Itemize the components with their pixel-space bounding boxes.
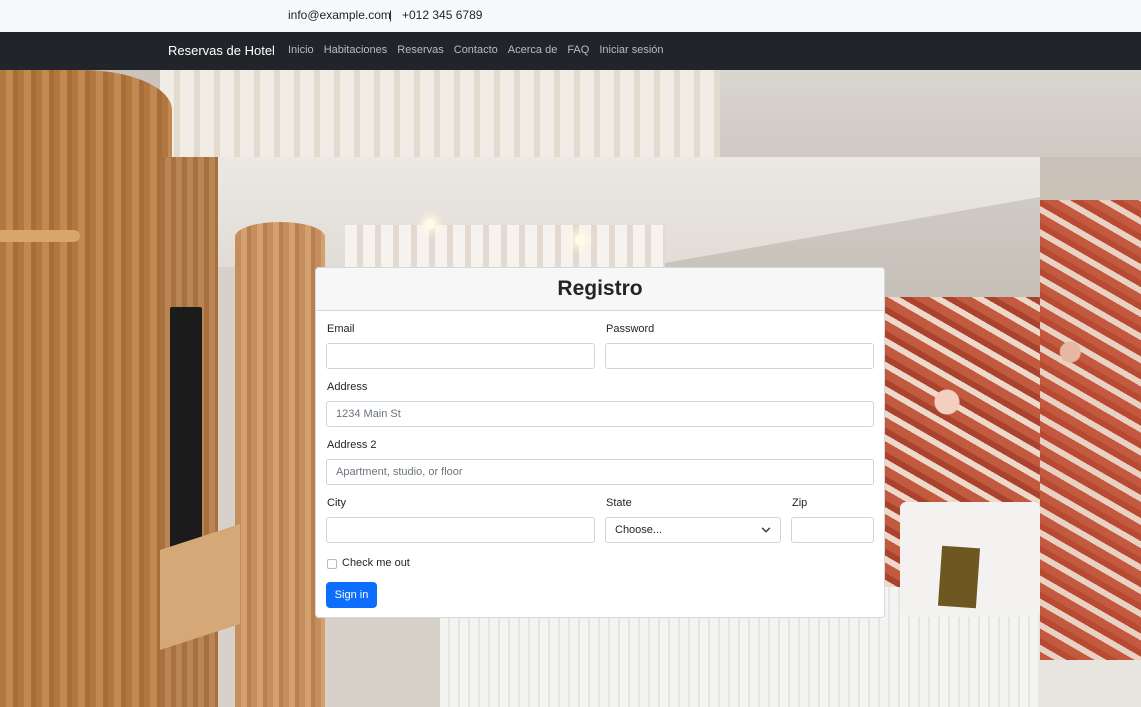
navbar-brand[interactable]: Reservas de Hotel bbox=[168, 43, 275, 58]
address2-field[interactable]: Apartment, studio, or floor bbox=[326, 459, 874, 485]
background-wood-panel bbox=[0, 70, 172, 707]
contact-bar: info@example.com | +012 345 6789 bbox=[0, 0, 1141, 32]
background-floor bbox=[1040, 660, 1141, 707]
city-field[interactable] bbox=[326, 517, 595, 543]
nav-item-acerca-de[interactable]: Acerca de bbox=[508, 44, 558, 56]
state-select[interactable]: Choose... bbox=[605, 517, 781, 543]
photo-ceiling-light bbox=[575, 235, 585, 245]
address2-placeholder: Apartment, studio, or floor bbox=[336, 466, 463, 478]
address-field[interactable]: 1234 Main St bbox=[326, 401, 874, 427]
photo-curtains bbox=[345, 225, 665, 267]
photo-welcome-card bbox=[937, 545, 981, 609]
registration-form: Email Password Address 1234 Main St Addr… bbox=[316, 311, 884, 617]
photo-wood-column bbox=[235, 222, 325, 707]
contact-phone[interactable]: +012 345 6789 bbox=[402, 8, 482, 22]
password-field[interactable] bbox=[605, 343, 874, 369]
address2-label: Address 2 bbox=[327, 439, 377, 451]
contact-separator: | bbox=[389, 8, 393, 22]
state-selected-value: Choose... bbox=[615, 524, 663, 536]
address-placeholder: 1234 Main St bbox=[336, 408, 401, 420]
nav-item-habitaciones[interactable]: Habitaciones bbox=[324, 44, 388, 56]
zip-field[interactable] bbox=[791, 517, 874, 543]
photo-tv bbox=[170, 307, 202, 572]
state-label: State bbox=[606, 497, 632, 509]
email-field[interactable] bbox=[326, 343, 595, 369]
background-ceiling bbox=[720, 70, 1141, 157]
checkbox-label[interactable]: Check me out bbox=[342, 557, 410, 569]
check-me-out-checkbox[interactable] bbox=[327, 559, 337, 569]
nav-item-inicio[interactable]: Inicio bbox=[288, 44, 314, 56]
contact-email[interactable]: info@example.com bbox=[288, 8, 391, 22]
password-label: Password bbox=[606, 323, 655, 335]
nav-item-reservas[interactable]: Reservas bbox=[397, 44, 443, 56]
sign-in-button[interactable]: Sign in bbox=[326, 582, 377, 608]
chevron-down-icon bbox=[761, 527, 771, 533]
background-curtains bbox=[160, 70, 720, 157]
photo-ceiling-light bbox=[425, 219, 435, 229]
registration-card: Registro Email Password Address 1234 Mai… bbox=[315, 267, 885, 618]
email-label: Email bbox=[327, 323, 355, 335]
form-title: Registro bbox=[557, 277, 643, 300]
address-label: Address bbox=[327, 381, 368, 393]
city-label: City bbox=[327, 497, 346, 509]
background-shelf bbox=[0, 230, 80, 242]
card-header: Registro bbox=[316, 268, 884, 311]
nav-item-iniciar-sesion[interactable]: Iniciar sesión bbox=[599, 44, 663, 56]
background-rope-wall bbox=[1040, 200, 1141, 707]
main-navbar: Reservas de Hotel Inicio Habitaciones Re… bbox=[0, 32, 1141, 70]
nav-links: Inicio Habitaciones Reservas Contacto Ac… bbox=[288, 44, 674, 56]
zip-label: Zip bbox=[792, 497, 808, 509]
nav-item-faq[interactable]: FAQ bbox=[567, 44, 589, 56]
nav-item-contacto[interactable]: Contacto bbox=[454, 44, 498, 56]
